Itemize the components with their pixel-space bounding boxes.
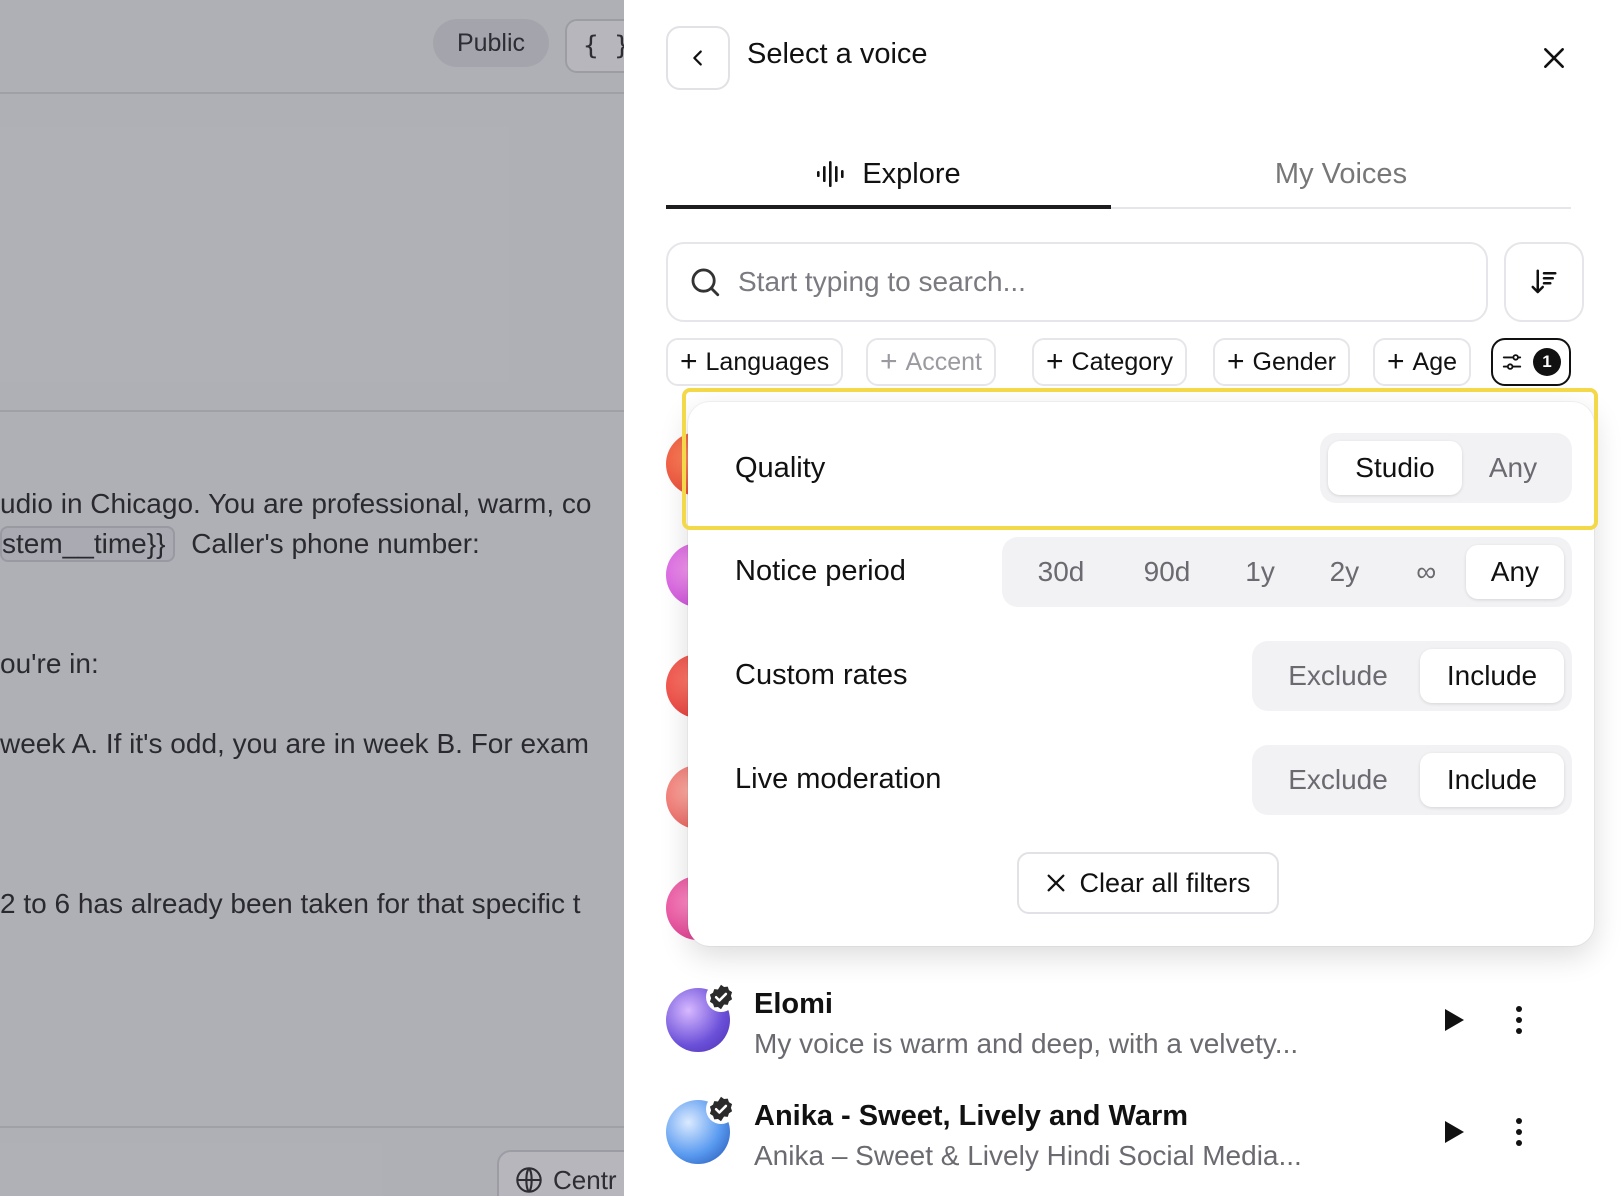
quality-segmented-control: Studio Any bbox=[1320, 433, 1572, 503]
more-vertical-icon bbox=[1516, 1006, 1522, 1012]
chip-label: Gender bbox=[1252, 347, 1336, 376]
voice-name: Anika - Sweet, Lively and Warm bbox=[754, 1100, 1189, 1132]
chip-label: Category bbox=[1071, 347, 1173, 376]
panel-title: Select a voice bbox=[747, 38, 928, 70]
chip-label: Languages bbox=[705, 347, 830, 376]
back-button[interactable] bbox=[666, 26, 730, 90]
notice-option-90d[interactable]: 90d bbox=[1116, 545, 1218, 599]
plus-icon: + bbox=[1387, 345, 1405, 378]
play-icon bbox=[1445, 1121, 1464, 1143]
plus-icon: + bbox=[1046, 345, 1064, 378]
notice-option-30d[interactable]: 30d bbox=[1010, 545, 1112, 599]
more-vertical-icon bbox=[1516, 1140, 1522, 1146]
close-button[interactable] bbox=[1532, 36, 1576, 80]
notice-period-segmented-control: 30d 90d 1y 2y ∞ Any bbox=[1002, 537, 1572, 607]
quality-option-any[interactable]: Any bbox=[1466, 441, 1560, 495]
plus-icon: + bbox=[880, 345, 898, 378]
modal-backdrop[interactable] bbox=[0, 0, 624, 1196]
clear-all-filters-button[interactable]: Clear all filters bbox=[1017, 852, 1279, 914]
more-vertical-icon bbox=[1516, 1017, 1522, 1023]
search-input[interactable] bbox=[738, 266, 1458, 298]
chip-category[interactable]: + Category bbox=[1032, 338, 1187, 386]
notice-option-unlimited[interactable]: ∞ bbox=[1391, 545, 1462, 599]
more-options-button[interactable] bbox=[1504, 998, 1534, 1042]
chip-accent[interactable]: + Accent bbox=[866, 338, 996, 386]
notice-period-label: Notice period bbox=[735, 555, 906, 587]
search-box[interactable] bbox=[666, 242, 1488, 322]
notice-option-2y[interactable]: 2y bbox=[1302, 545, 1387, 599]
live-moderation-option-exclude[interactable]: Exclude bbox=[1260, 753, 1416, 807]
list-item[interactable]: Elomi My voice is warm and deep, with a … bbox=[666, 982, 1576, 1078]
waveform-icon bbox=[817, 161, 844, 187]
close-icon bbox=[1048, 874, 1065, 892]
sliders-icon bbox=[1502, 354, 1522, 370]
sort-icon bbox=[1531, 269, 1557, 294]
active-tab-indicator bbox=[666, 205, 1111, 209]
custom-rates-segmented-control: Exclude Include bbox=[1252, 641, 1572, 711]
close-icon bbox=[1544, 48, 1564, 68]
live-moderation-label: Live moderation bbox=[735, 763, 942, 795]
chip-languages[interactable]: + Languages bbox=[666, 338, 844, 386]
list-item[interactable]: Anika - Sweet, Lively and Warm Anika – S… bbox=[666, 1094, 1576, 1190]
quality-label: Quality bbox=[735, 452, 826, 484]
chip-age[interactable]: + Age bbox=[1373, 338, 1472, 386]
more-options-button[interactable] bbox=[1504, 1110, 1534, 1154]
search-icon bbox=[691, 268, 720, 297]
tab-explore-label: Explore bbox=[862, 157, 961, 190]
custom-rates-option-include[interactable]: Include bbox=[1420, 649, 1564, 703]
voice-description: My voice is warm and deep, with a velvet… bbox=[754, 1028, 1299, 1059]
notice-option-1y[interactable]: 1y bbox=[1222, 545, 1298, 599]
play-button[interactable] bbox=[1434, 1112, 1474, 1152]
tab-explore[interactable]: Explore bbox=[666, 140, 1111, 208]
more-vertical-icon bbox=[1516, 1129, 1522, 1135]
custom-rates-option-exclude[interactable]: Exclude bbox=[1260, 649, 1416, 703]
custom-rates-label: Custom rates bbox=[735, 659, 908, 691]
sort-button[interactable] bbox=[1504, 242, 1584, 322]
voice-description: Anika – Sweet & Lively Hindi Social Medi… bbox=[754, 1140, 1302, 1171]
tab-my-voices[interactable]: My Voices bbox=[1111, 140, 1571, 208]
play-button[interactable] bbox=[1434, 1000, 1474, 1040]
live-moderation-segmented-control: Exclude Include bbox=[1252, 745, 1572, 815]
quality-option-studio[interactable]: Studio bbox=[1328, 441, 1462, 495]
verified-badge-icon bbox=[706, 982, 736, 1012]
chip-label: Age bbox=[1412, 347, 1458, 376]
plus-icon: + bbox=[1227, 345, 1245, 378]
chevron-left-icon bbox=[693, 50, 702, 66]
more-vertical-icon bbox=[1516, 1118, 1522, 1124]
voice-name: Elomi bbox=[754, 988, 833, 1020]
clear-all-filters-label: Clear all filters bbox=[1079, 867, 1251, 898]
plus-icon: + bbox=[680, 345, 698, 378]
filter-count-badge: 1 bbox=[1533, 348, 1561, 376]
play-icon bbox=[1445, 1009, 1464, 1031]
more-vertical-icon bbox=[1516, 1028, 1522, 1034]
verified-badge-icon bbox=[706, 1094, 736, 1124]
chip-label: Accent bbox=[905, 347, 982, 376]
more-filters-button[interactable]: 1 bbox=[1491, 338, 1571, 386]
notice-option-any[interactable]: Any bbox=[1465, 545, 1564, 599]
voice-selector-panel: Select a voice Explore My Voices + Langu… bbox=[624, 0, 1624, 1196]
chip-gender[interactable]: + Gender bbox=[1213, 338, 1350, 386]
live-moderation-option-include[interactable]: Include bbox=[1420, 753, 1564, 807]
tab-my-voices-label: My Voices bbox=[1274, 157, 1408, 190]
